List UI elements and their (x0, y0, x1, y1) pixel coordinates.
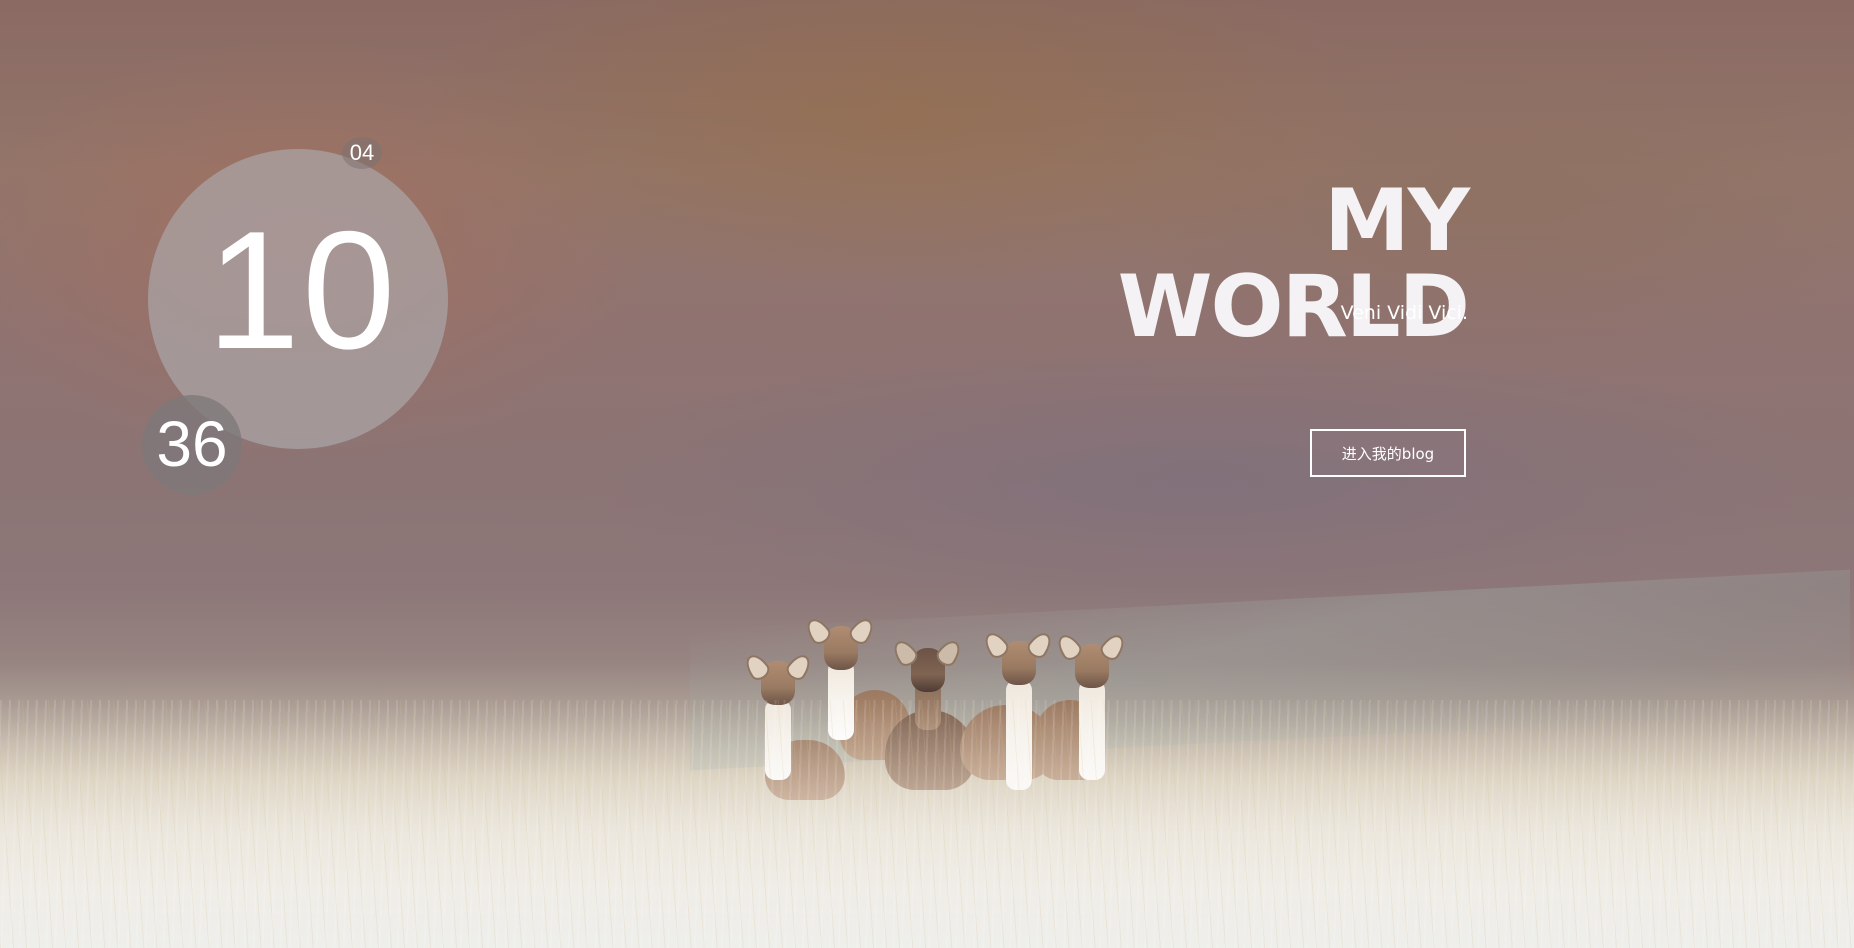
clock-hours-value: 10 (206, 196, 398, 384)
clock-seconds-circle: 04 (342, 137, 382, 169)
clock-seconds-value: 04 (349, 140, 375, 165)
enter-blog-button[interactable]: 进入我的blog (1310, 429, 1466, 477)
site-subtitle: Veni Vidi Vici. (1340, 302, 1468, 324)
hero-section: 10 36 04 MY WORLD Veni Vidi Vici. 进入我的bl… (0, 0, 1854, 948)
clock-minutes-circle: 36 (142, 395, 242, 495)
clock-minutes-value: 36 (156, 408, 228, 480)
grass-foreground (0, 700, 1854, 948)
